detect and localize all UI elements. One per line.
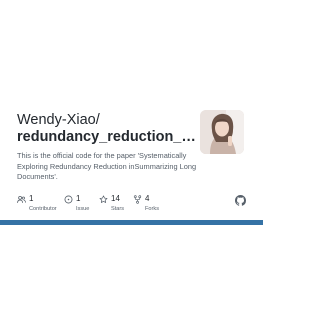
repo-social-card: Wendy-Xiao/ redundancy_reduction_l... Th… (0, 0, 263, 319)
star-icon (99, 194, 108, 203)
repo-owner: Wendy-Xiao/ (17, 112, 100, 128)
user-photo-avatar-icon (200, 110, 244, 154)
stat-issues: 1 Issue (64, 194, 89, 216)
issue-icon (64, 195, 73, 203)
stat-value: 1 (29, 194, 34, 203)
stat-stars: 14 Stars (99, 194, 124, 216)
language-bar (0, 220, 263, 225)
repo-name: redundancy_reduction_l... (17, 129, 197, 145)
stat-label: Contributor (29, 206, 57, 212)
people-icon (17, 195, 26, 203)
avatar (200, 110, 244, 154)
stat-label: Stars (111, 206, 125, 212)
repo-description: This is the official code for the paper … (17, 151, 197, 182)
repo-stats: 1 Contributor 1 Issue 14 Stars 4 Forks (17, 194, 217, 216)
fork-icon (133, 194, 142, 204)
stat-value: 4 (145, 194, 150, 203)
stat-contributors: 1 Contributor (17, 194, 57, 216)
stat-value: 1 (76, 194, 81, 203)
stat-label: Issue (76, 206, 90, 212)
stat-label: Forks (145, 206, 159, 212)
stat-forks: 4 Forks (133, 194, 159, 216)
stat-value: 14 (111, 194, 120, 203)
github-icon (235, 195, 246, 206)
